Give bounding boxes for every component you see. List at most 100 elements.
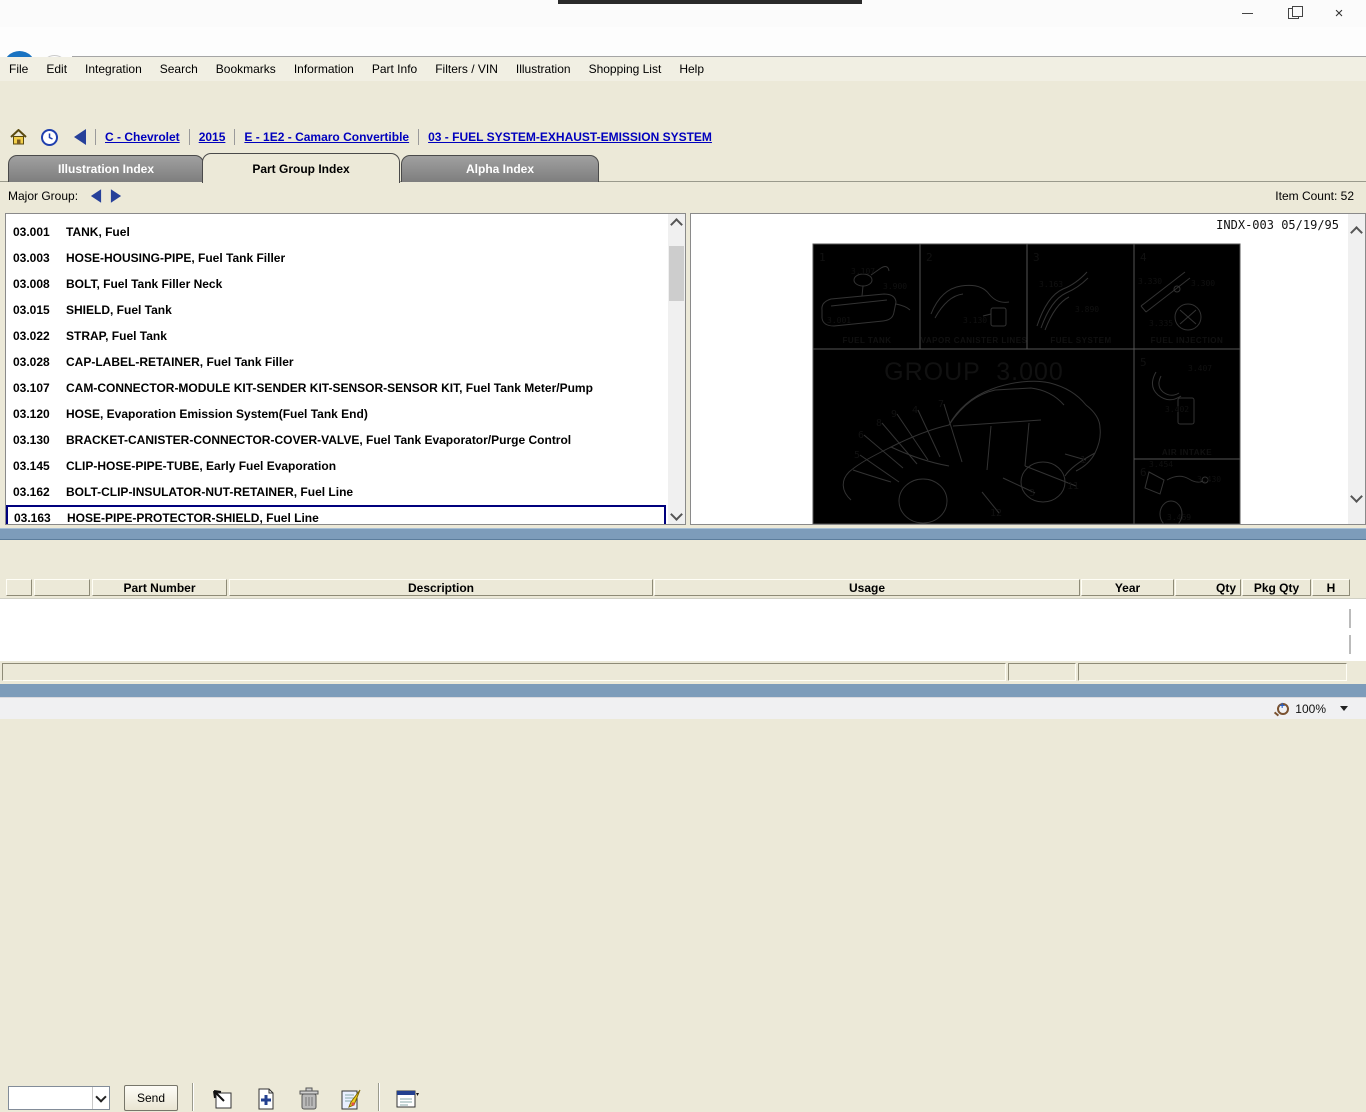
part-group-name: BOLT-CLIP-INSULATOR-NUT-RETAINER, Fuel L… bbox=[58, 485, 353, 499]
part-group-code: 03.022 bbox=[7, 329, 58, 343]
minimize-button[interactable] bbox=[1224, 0, 1270, 26]
restore-button[interactable] bbox=[1270, 0, 1316, 26]
part-group-row[interactable]: 03.015SHIELD, Fuel Tank bbox=[7, 299, 665, 321]
part-group-list: 03.001TANK, Fuel 03.003HOSE-HOUSING-PIPE,… bbox=[6, 214, 668, 524]
menu-information[interactable]: Information bbox=[285, 62, 363, 76]
menu-search[interactable]: Search bbox=[151, 62, 207, 76]
part-group-row[interactable]: 03.028CAP-LABEL-RETAINER, Fuel Tank Fill… bbox=[7, 351, 665, 373]
minimize-icon bbox=[1242, 13, 1253, 14]
home-icon[interactable] bbox=[0, 129, 27, 145]
column-header-usage[interactable]: Usage bbox=[654, 579, 1080, 596]
menu-help[interactable]: Help bbox=[670, 62, 713, 76]
column-header-pkg-qty[interactable]: Pkg Qty bbox=[1242, 579, 1311, 596]
breadcrumb-divider bbox=[189, 129, 190, 145]
part-group-name: HOSE-PIPE-PROTECTOR-SHIELD, Fuel Line bbox=[59, 511, 319, 524]
major-group-next-icon[interactable] bbox=[111, 189, 121, 203]
major-group-label: Major Group: bbox=[0, 189, 78, 203]
action-toolbar: Send bbox=[0, 540, 1366, 576]
menu-shopping-list[interactable]: Shopping List bbox=[580, 62, 671, 76]
illustration-text: FUEL SYSTEM bbox=[1050, 336, 1111, 345]
breadcrumb-link-2015[interactable]: 2015 bbox=[199, 130, 226, 144]
part-group-row[interactable]: 03.003HOSE-HOUSING-PIPE, Fuel Tank Fille… bbox=[7, 247, 665, 269]
part-group-row[interactable]: 03.001TANK, Fuel bbox=[7, 221, 665, 243]
panel-splitter[interactable] bbox=[0, 528, 1366, 540]
column-header-part-number[interactable]: Part Number bbox=[92, 579, 227, 596]
nav-back-triangle-icon[interactable] bbox=[74, 129, 86, 145]
send-button[interactable]: Send bbox=[124, 1085, 178, 1111]
add-document-icon[interactable] bbox=[253, 1086, 279, 1112]
left-scrollbar[interactable] bbox=[668, 214, 685, 524]
breadcrumb-link-e-1e2-camaro-convertible[interactable]: E - 1E2 - Camaro Convertible bbox=[244, 130, 409, 144]
quick-action-select[interactable] bbox=[8, 1086, 110, 1110]
menu-edit[interactable]: Edit bbox=[37, 62, 76, 76]
part-group-row[interactable]: 03.145CLIP-HOSE-PIPE-TUBE, Early Fuel Ev… bbox=[7, 455, 665, 477]
major-group-prev-icon[interactable] bbox=[91, 189, 101, 203]
scroll-down-icon[interactable] bbox=[668, 507, 685, 524]
menu-file[interactable]: File bbox=[0, 62, 37, 76]
illustration-text: 7 bbox=[938, 399, 944, 410]
zoom-level[interactable]: 100% bbox=[1295, 702, 1326, 716]
item-count: Item Count: 52 bbox=[1275, 189, 1366, 203]
scroll-up-icon[interactable] bbox=[1349, 609, 1351, 627]
breadcrumb: C - Chevrolet 2015 E - 1E2 - Camaro Conver… bbox=[0, 122, 1366, 152]
zoom-dropdown-icon[interactable] bbox=[1340, 706, 1348, 711]
part-group-illustration[interactable]: 1FUEL TANK3.1073.9003.0012VAPOR CANISTER… bbox=[691, 214, 1348, 524]
illustration-text: 12 bbox=[990, 508, 1002, 519]
address-bar: ← → e http://desktop-l09qrhf:351/PQMace/… bbox=[0, 27, 1366, 58]
menu-filters-vin[interactable]: Filters / VIN bbox=[426, 62, 507, 76]
part-group-row[interactable]: 03.107CAM-CONNECTOR-MODULE KIT-SENDER KI… bbox=[7, 377, 665, 399]
part-group-row[interactable]: 03.163HOSE-PIPE-PROTECTOR-SHIELD, Fuel L… bbox=[6, 505, 666, 524]
edit-notes-icon[interactable] bbox=[338, 1086, 364, 1112]
part-group-code: 03.162 bbox=[7, 485, 58, 499]
results-table-body bbox=[0, 598, 1366, 662]
scroll-down-icon[interactable] bbox=[1349, 635, 1351, 653]
part-group-row[interactable]: 03.022STRAP, Fuel Tank bbox=[7, 325, 665, 347]
part-group-row[interactable]: 03.008BOLT, Fuel Tank Filler Neck bbox=[7, 273, 665, 295]
illustration-text: AIR INTAKE bbox=[1162, 448, 1212, 457]
tab-part-group-index[interactable]: Part Group Index bbox=[202, 153, 400, 183]
title-bar: × bbox=[0, 0, 1366, 27]
column-header-blank-0[interactable] bbox=[6, 579, 32, 596]
tab-row: Illustration IndexPart Group IndexAlpha … bbox=[0, 152, 1366, 182]
column-header-description[interactable]: Description bbox=[229, 579, 653, 596]
illustration-text: 3.001 bbox=[827, 316, 851, 325]
illustration-text: 8 bbox=[876, 418, 882, 429]
right-scrollbar[interactable] bbox=[1348, 214, 1365, 524]
illustration-text: 3.900 bbox=[883, 282, 907, 291]
export-icon[interactable] bbox=[209, 1086, 235, 1112]
column-header-year[interactable]: Year bbox=[1081, 579, 1174, 596]
breadcrumb-link-c-chevrolet[interactable]: C - Chevrolet bbox=[105, 130, 180, 144]
part-group-code: 03.001 bbox=[7, 225, 58, 239]
ie-status-bar: 100% bbox=[0, 697, 1366, 719]
history-clock-icon[interactable] bbox=[27, 129, 58, 146]
scrollbar-thumb[interactable] bbox=[669, 246, 684, 301]
scroll-up-icon[interactable] bbox=[668, 214, 685, 231]
illustration-text: 3.469 bbox=[1167, 513, 1191, 522]
scroll-down-icon[interactable] bbox=[1348, 489, 1365, 506]
scroll-up-icon[interactable] bbox=[1348, 222, 1365, 239]
close-button[interactable]: × bbox=[1316, 0, 1362, 26]
menu-illustration[interactable]: Illustration bbox=[507, 62, 580, 76]
tab-illustration-index[interactable]: Illustration Index bbox=[8, 155, 204, 182]
menu-bookmarks[interactable]: Bookmarks bbox=[207, 62, 285, 76]
breadcrumb-link-03-fuel-system-exhaust-emission-system[interactable]: 03 - FUEL SYSTEM-EXHAUST-EMISSION SYSTEM bbox=[428, 130, 712, 144]
menu-integration[interactable]: Integration bbox=[76, 62, 151, 76]
part-group-name: HOSE, Evaporation Emission System(Fuel T… bbox=[58, 407, 368, 421]
part-group-name: CLIP-HOSE-PIPE-TUBE, Early Fuel Evaporat… bbox=[58, 459, 336, 473]
part-group-row[interactable]: 03.130BRACKET-CANISTER-CONNECTOR-COVER-V… bbox=[7, 429, 665, 451]
tab-alpha-index[interactable]: Alpha Index bbox=[401, 155, 599, 182]
illustration-text: 3.430 bbox=[1197, 475, 1221, 484]
column-header-qty[interactable]: Qty bbox=[1175, 579, 1241, 596]
part-group-code: 03.163 bbox=[8, 511, 59, 524]
part-group-row[interactable]: 03.162BOLT-CLIP-INSULATOR-NUT-RETAINER, … bbox=[7, 481, 665, 503]
report-grid-icon[interactable] bbox=[394, 1086, 420, 1112]
column-header-blank-1[interactable] bbox=[34, 579, 90, 596]
part-group-code: 03.107 bbox=[7, 381, 58, 395]
trash-icon[interactable] bbox=[296, 1086, 322, 1112]
major-group-bar: Major Group: Item Count: 52 bbox=[0, 182, 1366, 210]
part-group-row[interactable]: 03.120HOSE, Evaporation Emission System(… bbox=[7, 403, 665, 425]
menu-part-info[interactable]: Part Info bbox=[363, 62, 426, 76]
status-panel bbox=[1078, 663, 1347, 681]
part-group-name: STRAP, Fuel Tank bbox=[58, 329, 167, 343]
column-header-h[interactable]: H bbox=[1312, 579, 1350, 596]
